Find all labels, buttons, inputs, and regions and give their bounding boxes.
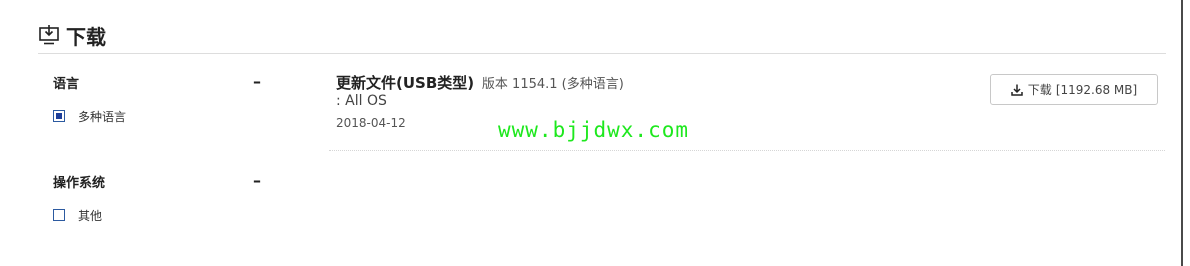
result-title: 更新文件(USB类型) bbox=[336, 74, 475, 92]
option-label: 其他 bbox=[78, 208, 103, 223]
filter-title-os: 操作系统 bbox=[53, 175, 106, 191]
download-icon bbox=[1011, 84, 1023, 96]
result-os: : All OS bbox=[336, 93, 387, 109]
collapse-os-button[interactable]: – bbox=[253, 171, 261, 191]
window-edge bbox=[1181, 0, 1183, 266]
result-date: 2018-04-12 bbox=[336, 116, 406, 130]
checkbox-other[interactable] bbox=[53, 209, 65, 221]
download-button[interactable]: 下载 [1192.68 MB] bbox=[990, 74, 1158, 105]
checkbox-multilanguage[interactable] bbox=[53, 110, 65, 122]
filter-group-language: 语言 – 多种语言 bbox=[53, 72, 261, 124]
download-size: [1192.68 MB] bbox=[1055, 82, 1138, 97]
collapse-language-button[interactable]: – bbox=[253, 72, 261, 92]
result-version: 版本 1154.1 (多种语言) bbox=[481, 77, 624, 92]
section-header: 下载 bbox=[38, 20, 106, 50]
download-result-item: 更新文件(USB类型) 版本 1154.1 (多种语言) : All OS 20… bbox=[329, 70, 1165, 151]
filter-option-multilanguage[interactable]: 多种语言 bbox=[53, 108, 261, 124]
download-label: 下载 bbox=[1027, 83, 1052, 97]
page-title: 下载 bbox=[66, 24, 106, 49]
watermark-text: www.bjjdwx.com bbox=[498, 118, 690, 142]
download-monitor-icon bbox=[39, 25, 59, 45]
header-divider bbox=[38, 53, 1166, 54]
filter-group-os: 操作系统 – 其他 bbox=[53, 171, 261, 223]
option-label: 多种语言 bbox=[78, 109, 127, 124]
filter-option-other[interactable]: 其他 bbox=[53, 207, 261, 223]
filter-title-language: 语言 bbox=[53, 76, 80, 92]
